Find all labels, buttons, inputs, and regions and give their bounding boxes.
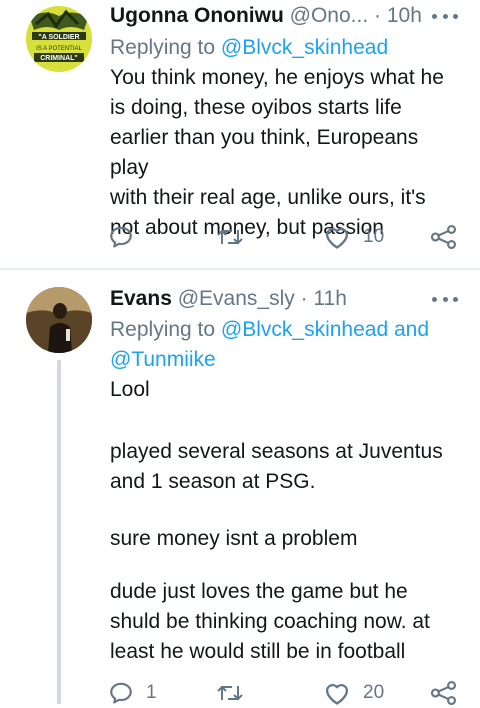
- avatar-image: [26, 287, 92, 353]
- like-button[interactable]: 10: [323, 222, 384, 252]
- share-button[interactable]: [430, 222, 458, 252]
- tweet-text-paragraph: Lool: [110, 378, 150, 401]
- reply-icon: [110, 682, 132, 704]
- like-count: 10: [363, 226, 385, 247]
- more-options-icon[interactable]: [432, 295, 458, 303]
- heart-icon: [325, 228, 349, 249]
- mention-link[interactable]: @Blvck_skinhead: [221, 36, 388, 59]
- replying-to: Replying to @Blvck_skinhead and @Tunmiik…: [110, 315, 429, 375]
- avatar-image: "A SOLDIER IS A POTENTIAL CRIMINAL": [26, 6, 92, 72]
- tweet-text: You think money, he enjoys what he is do…: [110, 66, 444, 239]
- avatar[interactable]: [26, 287, 92, 353]
- tweet-header: Evans @Evans_sly · 11h: [110, 286, 347, 312]
- avatar[interactable]: "A SOLDIER IS A POTENTIAL CRIMINAL": [26, 6, 92, 72]
- like-count: 20: [363, 682, 385, 703]
- share-icon: [430, 680, 457, 706]
- tweet-2[interactable]: Evans @Evans_sly · 11h Replying to @Blvc…: [0, 270, 480, 706]
- reply-count: 1: [146, 682, 157, 703]
- handle-and-time[interactable]: @Evans_sly · 11h: [178, 287, 347, 310]
- mention-link-2[interactable]: @Tunmiike: [110, 348, 216, 371]
- tweet-text-paragraph: played several seasons at Juventus and 1…: [110, 440, 443, 493]
- avatar-caption-3: CRIMINAL": [40, 55, 78, 62]
- more-options-icon[interactable]: [432, 12, 458, 20]
- replying-to-label: Replying to: [110, 36, 216, 59]
- reply-button[interactable]: [108, 222, 146, 252]
- reply-icon: [110, 226, 132, 248]
- share-icon: [430, 224, 457, 250]
- handle-and-time[interactable]: @Ono... · 10h: [290, 4, 422, 27]
- replying-to: Replying to @Blvck_skinhead: [110, 33, 388, 63]
- retweet-icon: [217, 685, 243, 701]
- avatar-caption-1: "A SOLDIER: [38, 34, 79, 41]
- replying-to-label: Replying to: [110, 318, 216, 341]
- tweet-text-paragraph: sure money isnt a problem: [110, 527, 358, 550]
- retweet-button[interactable]: [216, 222, 256, 252]
- thread-line: [57, 360, 61, 704]
- display-name[interactable]: Ugonna Ononiwu: [110, 4, 284, 27]
- avatar-caption-2: IS A POTENTIAL: [36, 46, 82, 52]
- display-name[interactable]: Evans: [110, 287, 172, 310]
- tweet-header: Ugonna Ononiwu @Ono... · 10h: [110, 3, 422, 29]
- mention-link[interactable]: @Blvck_skinhead and: [221, 318, 429, 341]
- heart-icon: [325, 684, 349, 705]
- tweet-text-paragraph: dude just loves the game but he shuld be…: [110, 580, 430, 663]
- tweet-actions: 10: [0, 222, 480, 252]
- retweet-icon: [217, 229, 243, 245]
- tweet-1[interactable]: "A SOLDIER IS A POTENTIAL CRIMINAL" Ugon…: [0, 0, 480, 268]
